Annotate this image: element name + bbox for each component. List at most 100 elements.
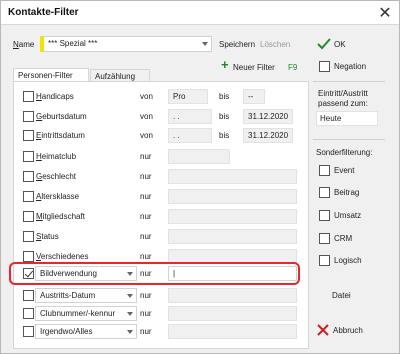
filter-operator: nur <box>140 291 152 300</box>
sonder-checkbox[interactable] <box>319 255 330 266</box>
sonder-umsatz[interactable]: Umsatz <box>319 210 379 224</box>
filter-operator: nur <box>140 252 152 261</box>
plus-icon: + <box>221 57 229 72</box>
checkmark-icon <box>317 38 331 50</box>
filter-operator: von <box>140 131 153 140</box>
filter-checkbox[interactable] <box>23 111 34 122</box>
chevron-down-icon[interactable] <box>202 42 208 46</box>
datei-button[interactable]: Datei <box>332 291 351 300</box>
filter-checkbox[interactable] <box>23 251 34 262</box>
sonderfilterung-label: Sonderfilterung: <box>316 148 373 157</box>
filter-value-field[interactable] <box>168 209 297 224</box>
chevron-down-icon[interactable] <box>127 312 133 316</box>
filter-to-label: bis <box>219 112 230 121</box>
filter-label: Handicaps <box>36 92 74 101</box>
filter-value-field[interactable] <box>168 288 297 303</box>
filter-value-field[interactable] <box>168 324 297 339</box>
filter-checkbox[interactable] <box>23 171 34 182</box>
filter-checkbox[interactable] <box>23 326 34 337</box>
filter-row-eintrittsdatum: Eintrittsdatum von . . bis 31.12.2020 <box>23 128 299 144</box>
filter-field-dropdown[interactable]: Clubnummer/-kennur <box>35 306 137 321</box>
kontakte-filter-dialog: Kontakte-Filter ✕ Name *** Spezial *** S… <box>0 0 400 354</box>
filter-field-dropdown[interactable]: Irgendwo/Alles <box>35 324 137 339</box>
name-input-value: *** Spezial *** <box>48 39 98 48</box>
abbruch-button[interactable]: Abbruch <box>317 323 379 339</box>
filter-value-field[interactable] <box>168 169 297 184</box>
filter-row-irgendwo: Irgendwo/Alles nur <box>23 324 299 340</box>
sonder-event[interactable]: Event <box>319 165 379 179</box>
filter-row-status: Status nur <box>23 229 299 245</box>
title-bar: Kontakte-Filter ✕ <box>1 1 399 25</box>
filter-operator: nur <box>140 192 152 201</box>
filter-label: Heimatclub <box>36 152 77 161</box>
filter-checkbox[interactable] <box>23 231 34 242</box>
save-button[interactable]: Speichern <box>219 40 255 49</box>
sonder-checkbox[interactable] <box>319 210 330 221</box>
sonder-checkbox[interactable] <box>319 165 330 176</box>
filter-operator: von <box>140 92 153 101</box>
eintritt-austritt-field[interactable]: Heute <box>316 111 378 126</box>
filter-checkbox[interactable] <box>23 91 34 102</box>
filter-checkbox[interactable] <box>23 130 34 141</box>
filter-field-dropdown[interactable]: Austritts-Datum <box>35 288 137 303</box>
sonder-checkbox[interactable] <box>319 233 330 244</box>
filter-checkbox[interactable] <box>23 151 34 162</box>
delete-button[interactable]: Löschen <box>260 40 290 49</box>
filter-row-geschlecht: Geschlecht nur <box>23 169 299 185</box>
filter-checkbox[interactable] <box>23 308 34 319</box>
tab-aufzaehlung-label: Aufzählung <box>95 72 136 81</box>
filter-row-clubnummer: Clubnummer/-kennur nur <box>23 306 299 322</box>
eintritt-austritt-value: Heute <box>320 114 342 123</box>
filter-label: Geburtsdatum <box>36 112 87 121</box>
filter-value-field[interactable] <box>168 189 297 204</box>
separator <box>313 139 385 140</box>
window-title: Kontakte-Filter <box>8 7 79 18</box>
filter-to-field[interactable]: -- <box>243 89 265 104</box>
filter-operator: nur <box>140 152 152 161</box>
filter-checkbox[interactable] <box>23 211 34 222</box>
new-filter-shortcut: F9 <box>288 63 298 72</box>
filter-operator: nur <box>140 327 152 336</box>
filter-operator: nur <box>140 232 152 241</box>
filter-label: Verschiedenes <box>36 252 89 261</box>
filter-from-field[interactable]: . . <box>168 128 212 143</box>
sonder-label: Logisch <box>334 256 362 265</box>
chevron-down-icon[interactable] <box>127 294 133 298</box>
filter-label: Clubnummer/-kennur <box>40 309 116 318</box>
filter-from-field[interactable]: Pro <box>168 89 208 104</box>
filter-label: Austritts-Datum <box>40 291 96 300</box>
filter-label: Geschlecht <box>36 172 77 181</box>
filter-operator: nur <box>140 212 152 221</box>
sonder-logisch[interactable]: Logisch <box>319 255 379 269</box>
sonder-crm[interactable]: CRM <box>319 233 379 247</box>
sonder-label: Event <box>334 166 355 175</box>
sonder-beitrag[interactable]: Beitrag <box>319 187 379 201</box>
negation-checkbox[interactable] <box>319 61 330 72</box>
highlight-frame <box>9 262 300 285</box>
filter-row-handicaps: Handicaps von Pro bis -- <box>23 89 299 105</box>
filter-label: Irgendwo/Alles <box>40 327 93 336</box>
name-label: Name <box>13 40 35 49</box>
name-input[interactable]: *** Spezial *** <box>40 36 212 52</box>
filter-checkbox[interactable] <box>23 191 34 202</box>
filter-label: Eintrittsdatum <box>36 131 85 140</box>
filter-value-field[interactable] <box>168 229 297 244</box>
close-icon[interactable]: ✕ <box>375 3 395 23</box>
filter-value-field[interactable] <box>168 306 297 321</box>
filter-from-field[interactable]: . . <box>168 109 212 124</box>
filter-to-field[interactable]: 31.12.2020 <box>243 128 293 143</box>
tab-personen-filter[interactable]: Personen-Filter <box>13 68 89 82</box>
filter-checkbox[interactable] <box>23 290 34 301</box>
filter-value-field[interactable] <box>168 149 230 164</box>
separator <box>313 81 385 82</box>
filter-row-heimatclub: Heimatclub nur <box>23 149 299 165</box>
eintritt-austritt-label: Eintritt/Austritt passend zum: <box>318 89 368 108</box>
new-filter-button[interactable]: Neuer Filter <box>233 63 275 72</box>
chevron-down-icon[interactable] <box>127 330 133 334</box>
filter-to-field[interactable]: 31.12.2020 <box>243 109 293 124</box>
sonder-checkbox[interactable] <box>319 187 330 198</box>
tab-personen-filter-label: Personen-Filter <box>18 71 73 80</box>
ok-button[interactable]: OK <box>317 37 377 53</box>
filter-row-altersklasse: Altersklasse nur <box>23 189 299 205</box>
negation-toggle[interactable]: Negation <box>319 61 389 75</box>
